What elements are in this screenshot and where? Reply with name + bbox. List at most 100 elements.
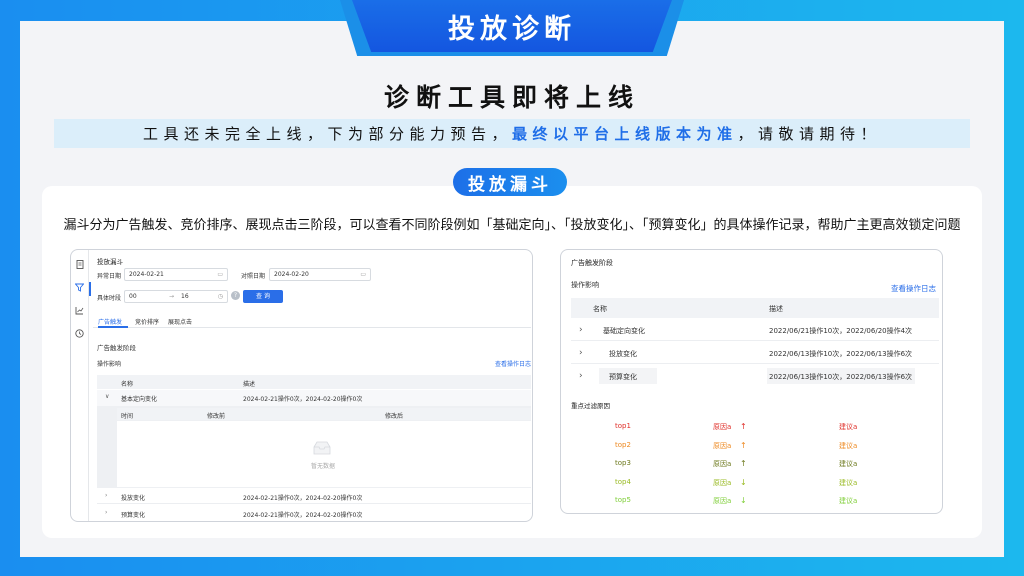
- stage-title: 广告触发阶段: [571, 259, 613, 267]
- table-row[interactable]: › 预算变化 2024-02-21操作0次，2024-02-20操作0次: [97, 506, 531, 521]
- tab-ad-trigger[interactable]: 广告触发: [98, 317, 122, 326]
- reason-text: 原因a: [713, 479, 732, 487]
- empty-text: 暂无数据: [311, 463, 336, 470]
- chevron-right-icon[interactable]: ›: [105, 509, 107, 516]
- funnel-icon[interactable]: [74, 283, 85, 292]
- page-title-tab: 投放诊断: [352, 0, 672, 52]
- help-icon[interactable]: ?: [231, 291, 240, 300]
- funnel-screenshot-right: 广告触发阶段 操作影响 查看操作日志 名称 描述 › 基础定向变化 2022/0…: [560, 249, 943, 514]
- time-range-input[interactable]: 00 → 16 ◷: [124, 290, 228, 303]
- row-name: 基础定向变化: [603, 327, 645, 335]
- table-row[interactable]: › 预算变化 2022/06/13操作10次，2022/06/13操作6次: [571, 366, 939, 387]
- reason-advice: 建议a: [839, 442, 858, 450]
- tabs-divider: [93, 327, 531, 328]
- chevron-right-icon[interactable]: ›: [105, 492, 107, 499]
- sub-column-time: 时间: [121, 413, 134, 420]
- row-desc: 2024-02-21操作0次，2024-02-20操作0次: [243, 495, 363, 502]
- reason-text: 原因a: [713, 423, 732, 431]
- notice-text-1: 工具还未完全上线，下为部分能力预告，: [142, 125, 512, 143]
- reasons-title: 重点过滤原因: [571, 402, 610, 410]
- reason-advice: 建议a: [839, 497, 858, 505]
- row-desc: 2022/06/13操作10次，2022/06/13操作6次: [769, 350, 913, 358]
- chevron-right-icon[interactable]: ›: [579, 348, 583, 358]
- notice-banner: 工具还未完全上线，下为部分能力预告， 最终以平台上线版本为准 ，请敬请期待！: [54, 119, 970, 148]
- table-header: 名称 描述: [571, 298, 939, 318]
- chevron-right-icon[interactable]: ›: [579, 371, 583, 381]
- compare-date-label: 对照日期: [241, 273, 266, 280]
- reason-row: top2 原因a ↑ 建议a: [561, 441, 942, 453]
- compare-date-value: 2024-02-20: [274, 271, 309, 278]
- chart-icon[interactable]: [75, 306, 84, 315]
- reason-rank: top3: [615, 459, 631, 467]
- reason-advice: 建议a: [839, 460, 858, 468]
- notice-highlight: 最终以平台上线版本为准: [511, 125, 738, 143]
- empty-state: 暂无数据: [117, 421, 531, 487]
- tab-show-click[interactable]: 展现点击: [168, 317, 192, 326]
- row-desc: 2024-02-21操作0次，2024-02-20操作0次: [243, 512, 363, 519]
- page-title: 投放诊断: [448, 13, 576, 45]
- arrow-down-icon: ↓: [740, 478, 747, 487]
- arrow-up-icon: ↑: [740, 459, 747, 468]
- query-button[interactable]: 查 询: [243, 290, 283, 303]
- chevron-right-icon[interactable]: ›: [579, 325, 583, 335]
- side-nav: [71, 250, 89, 521]
- column-name: 名称: [121, 381, 134, 388]
- left-title: 投放漏斗: [97, 258, 123, 266]
- time-from: 00: [129, 293, 137, 300]
- abnormal-date-input[interactable]: 2024-02-21 ▭: [124, 268, 228, 281]
- calendar-icon: ▭: [217, 271, 223, 278]
- column-desc: 描述: [769, 305, 783, 313]
- sub-column-before: 修改前: [207, 413, 226, 420]
- row-name: 预算变化: [609, 373, 637, 381]
- column-name: 名称: [593, 305, 607, 313]
- notice-text-2: ，请敬请期待！: [737, 125, 882, 143]
- time-range-label: 具体时段: [97, 295, 122, 302]
- reason-row: top3 原因a ↑ 建议a: [561, 459, 942, 471]
- table-row[interactable]: › 投放变化 2024-02-21操作0次，2024-02-20操作0次: [97, 489, 531, 504]
- reason-text: 原因a: [713, 497, 732, 505]
- impact-label: 操作影响: [97, 361, 122, 368]
- reason-advice: 建议a: [839, 423, 858, 431]
- table-row[interactable]: › 投放变化 2022/06/13操作10次，2022/06/13操作6次: [571, 343, 939, 364]
- row-desc: 2024-02-21操作0次，2024-02-20操作0次: [243, 396, 363, 403]
- tab-bid-ranking[interactable]: 竞价排序: [135, 317, 159, 326]
- funnel-screenshot-left: 投放漏斗 异常日期 2024-02-21 ▭ 对照日期 2024-02-20 ▭ 具…: [70, 249, 533, 522]
- row-name: 投放变化: [121, 495, 146, 502]
- reason-text: 原因a: [713, 460, 732, 468]
- active-tab-underline: [98, 326, 128, 328]
- row-desc: 2022/06/21操作10次，2022/06/20操作4次: [769, 327, 913, 335]
- sub-column-after: 修改后: [385, 413, 404, 420]
- reason-rank: top1: [615, 422, 631, 430]
- chevron-down-icon[interactable]: ∨: [105, 393, 109, 400]
- reason-advice: 建议a: [839, 479, 858, 487]
- time-to: 16: [181, 293, 189, 300]
- arrow-right-icon: →: [169, 293, 175, 300]
- abnormal-date-label: 异常日期: [97, 273, 122, 280]
- reason-rank: top5: [615, 496, 631, 504]
- compare-date-input[interactable]: 2024-02-20 ▭: [269, 268, 371, 281]
- reason-rank: top2: [615, 441, 631, 449]
- arrow-down-icon: ↓: [740, 496, 747, 505]
- table-row[interactable]: › 基础定向变化 2022/06/21操作10次，2022/06/20操作4次: [571, 320, 939, 341]
- reason-text: 原因a: [713, 442, 732, 450]
- row-name: 投放变化: [609, 350, 637, 358]
- row-name: 预算变化: [121, 512, 146, 519]
- clock-icon[interactable]: [75, 329, 84, 338]
- abnormal-date-value: 2024-02-21: [129, 271, 164, 278]
- column-desc: 描述: [243, 381, 256, 388]
- reason-row: top1 原因a ↑ 建议a: [561, 422, 942, 434]
- row-desc: 2022/06/13操作10次，2022/06/13操作6次: [769, 373, 913, 381]
- document-icon[interactable]: [75, 260, 84, 269]
- reason-rank: top4: [615, 478, 631, 486]
- nav-active-indicator: [89, 282, 91, 296]
- arrow-up-icon: ↑: [740, 422, 747, 431]
- view-log-link[interactable]: 查看操作日志: [891, 283, 936, 294]
- calendar-icon: ▭: [360, 271, 366, 278]
- sub-table-header: 时间 修改前 修改后: [117, 408, 531, 420]
- clock-icon: ◷: [217, 293, 223, 300]
- view-log-link[interactable]: 查看操作日志: [495, 359, 531, 368]
- arrow-up-icon: ↑: [740, 441, 747, 450]
- expanded-detail: 时间 修改前 修改后 暂无数据: [97, 406, 531, 488]
- headline: 诊断工具即将上线: [383, 83, 640, 112]
- table-row[interactable]: ∨ 基本定向变化 2024-02-21操作0次，2024-02-20操作0次: [97, 390, 531, 406]
